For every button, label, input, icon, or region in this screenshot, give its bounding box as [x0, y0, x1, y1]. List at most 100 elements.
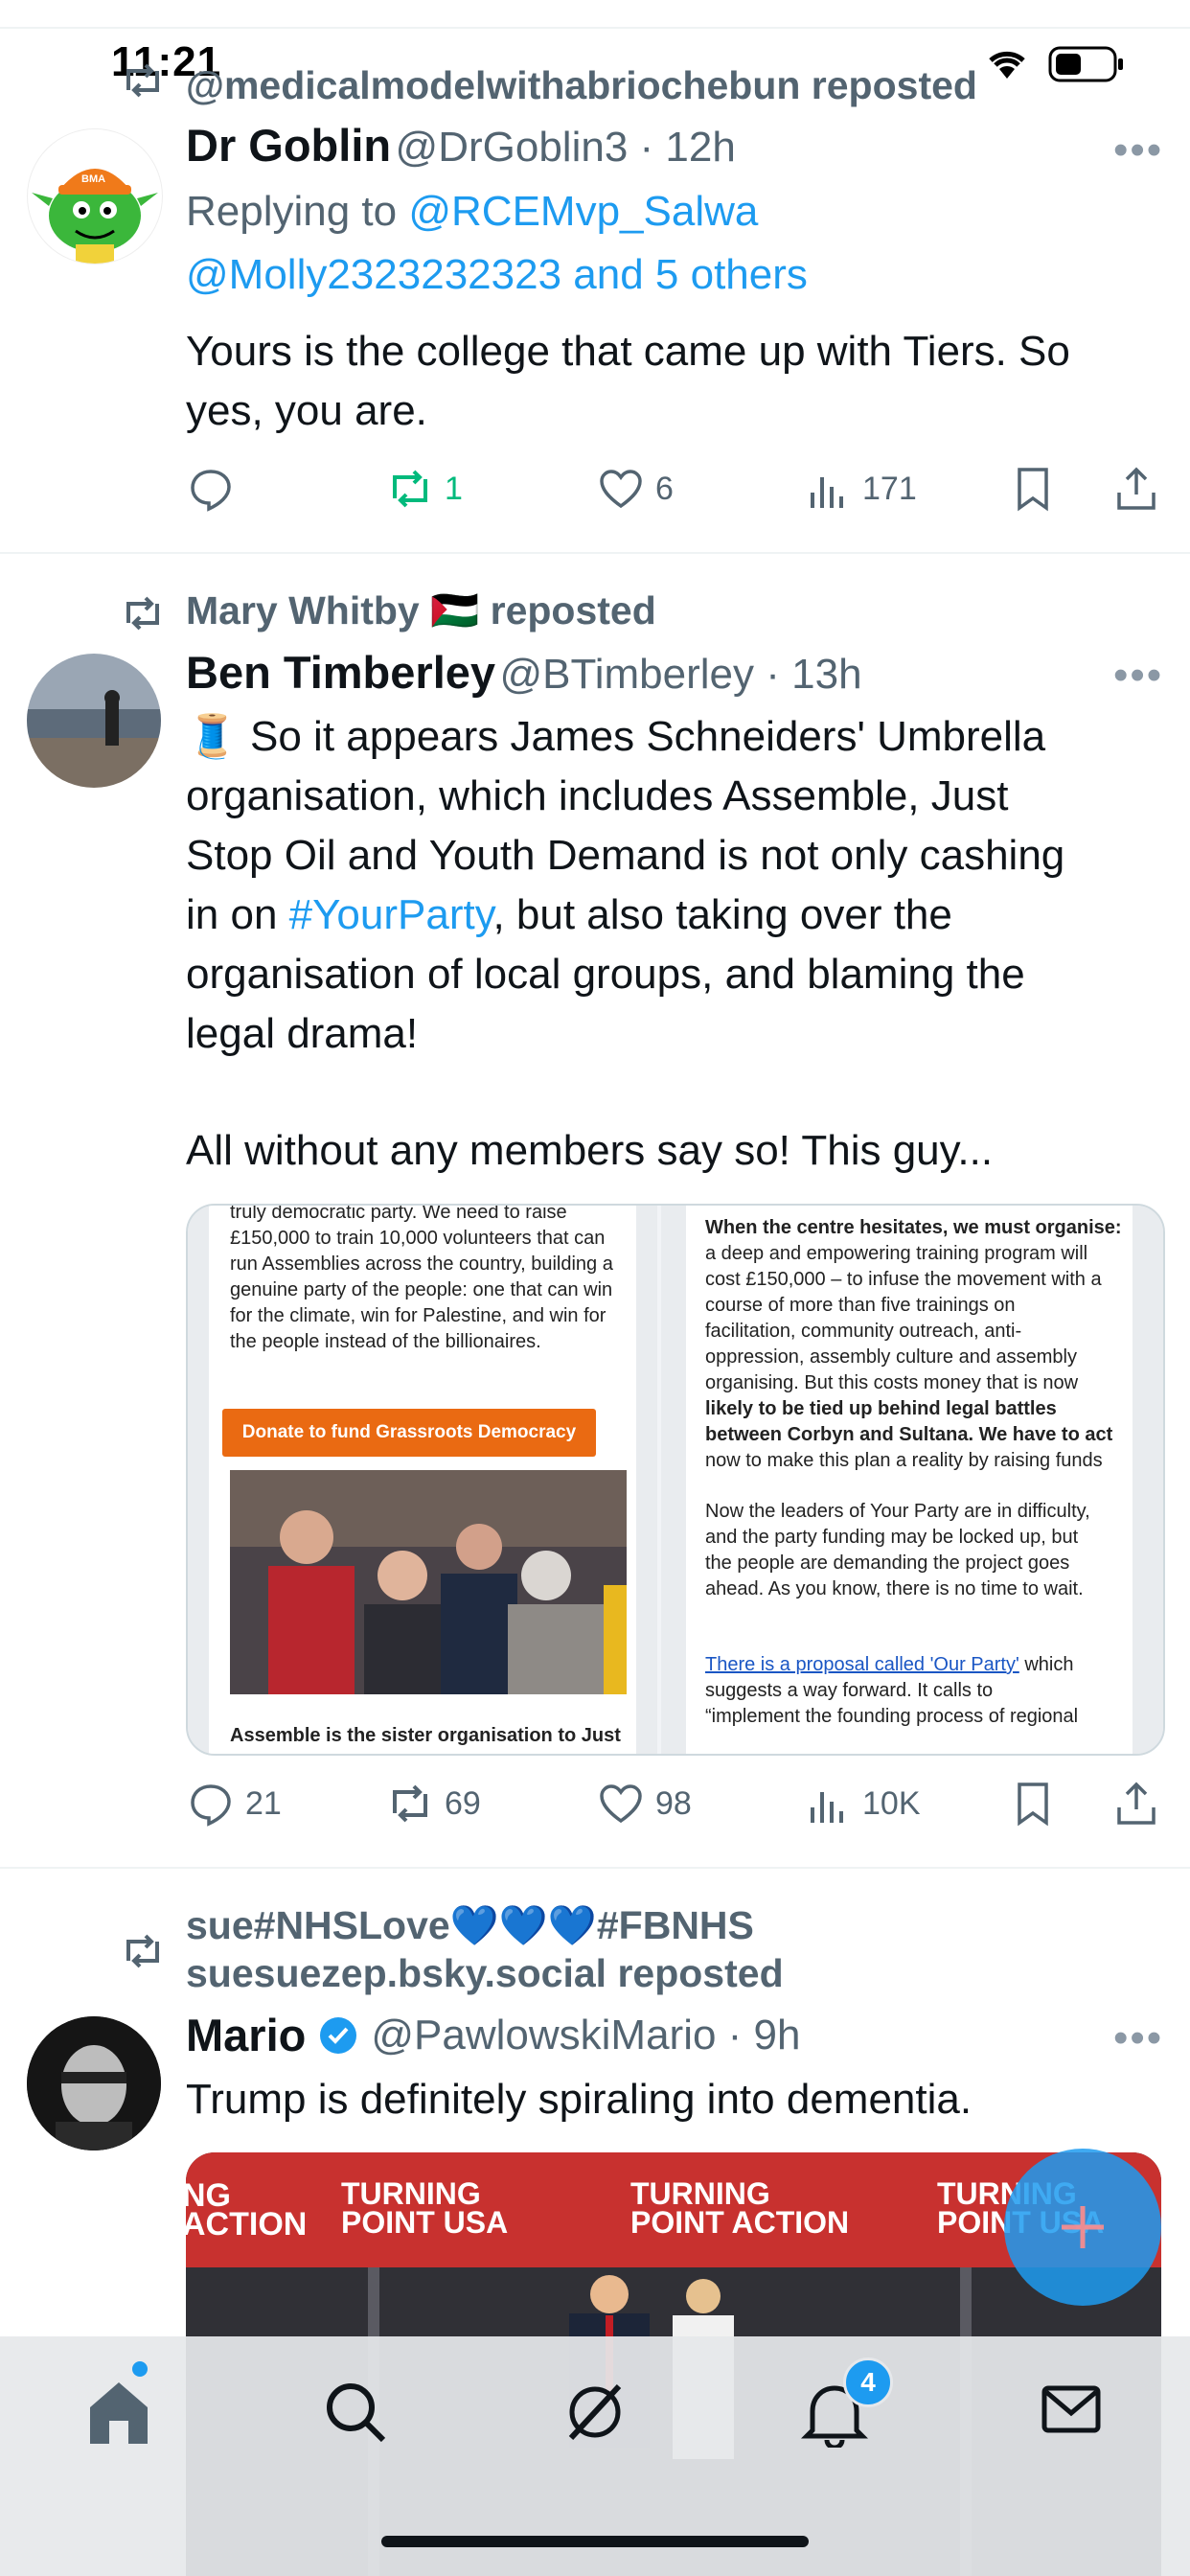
doc-text-segment: which [1018, 1654, 1074, 1675]
tweet-text-line: Yours is the college that came up with T… [186, 328, 1070, 375]
display-name[interactable]: Ben Timberley [186, 647, 495, 698]
reply-button[interactable]: 21 [188, 1781, 282, 1827]
event-photo [230, 1470, 627, 1694]
repost-icon [121, 594, 165, 637]
tab-notifications[interactable]: 4 [800, 2358, 893, 2452]
home-indicator [381, 2536, 809, 2547]
repost-attribution[interactable]: @medicalmodelwithabriochebun reposted [186, 63, 977, 108]
doc-line: truly democratic party. We need to raise [230, 1204, 567, 1223]
repost-attribution[interactable]: Mary Whitby 🇵🇸 reposted [186, 588, 656, 634]
document-text: When the centre hesitates, we must organ… [705, 1215, 1127, 1730]
doc-line: facilitation, community outreach, anti- [705, 1321, 1022, 1342]
tweet-header: Mario @PawlowskiMario · 9h [186, 2009, 800, 2061]
verified-badge-icon [320, 2016, 357, 2054]
repost-attribution-line[interactable]: sue#NHSLove💙💙💙#FBNHS [186, 1903, 754, 1949]
tab-home[interactable] [84, 2361, 153, 2452]
views-icon [811, 477, 843, 508]
tab-grok[interactable] [561, 2379, 629, 2450]
reply-context: Replying to @RCEMvp_Salwa [186, 182, 758, 242]
bookmark-button[interactable] [1010, 466, 1056, 512]
plus-icon [1062, 2206, 1104, 2248]
view-count: 10K [862, 1784, 921, 1822]
reposter-name: Mary Whitby [186, 588, 420, 632]
tweet-text-line: organisation of local groups, and blamin… [186, 951, 1025, 998]
document-page: When the centre hesitates, we must organ… [686, 1206, 1133, 1754]
reply-prefix: Replying to [186, 188, 409, 235]
tweet-text-line: Trump is definitely spiraling into demen… [186, 2076, 973, 2123]
tweet-text-line: Stop Oil and Youth Demand is not only ca… [186, 832, 1065, 879]
svg-text:BMA: BMA [81, 173, 105, 185]
home-icon [90, 2382, 148, 2444]
like-count: 6 [655, 470, 674, 507]
doc-line: suggests a way forward. It calls to [705, 1680, 994, 1701]
like-button[interactable]: 6 [598, 466, 674, 512]
hashtag-link[interactable]: #YourParty [289, 891, 493, 938]
repost-attribution-line[interactable]: suesuezep.bsky.social reposted [186, 1951, 784, 1996]
search-icon [327, 2383, 386, 2443]
doc-line: genuine party of the people: one that ca… [230, 1279, 613, 1300]
views-button[interactable]: 10K [805, 1781, 921, 1827]
like-button[interactable]: 98 [598, 1781, 692, 1827]
more-icon[interactable]: ••• [1113, 652, 1163, 700]
doc-line: for the climate, win for Palestine, and … [230, 1305, 606, 1326]
avatar[interactable] [27, 2016, 161, 2150]
share-icon [1117, 467, 1156, 510]
reposted-label: reposted [490, 588, 656, 632]
banner-line: ACTION [186, 2206, 308, 2242]
banner-text: TURNING POINT USA [341, 2176, 509, 2240]
reply-user-link[interactable]: @RCEMvp_Salwa [408, 188, 758, 235]
doc-line: cost £150,000 – to infuse the movement w… [705, 1269, 1102, 1290]
share-button[interactable] [1113, 1781, 1159, 1827]
tab-search[interactable] [322, 2379, 389, 2450]
media-right-panel: When the centre hesitates, we must organ… [661, 1206, 1163, 1754]
doc-line: organising. But this costs money that is… [705, 1372, 1079, 1393]
bookmark-button[interactable] [1010, 1781, 1056, 1827]
banner-line: POINT USA [341, 2205, 509, 2240]
tab-messages[interactable] [1041, 2382, 1102, 2441]
repost-icon [121, 1932, 165, 1975]
donate-button: Donate to fund Grassroots Democracy [222, 1409, 596, 1457]
reply-count: 21 [245, 1784, 282, 1822]
reply-button[interactable] [188, 466, 234, 512]
more-icon[interactable]: ••• [1113, 2014, 1163, 2062]
reply-others-link[interactable]: @Molly2323232323 and 5 others [186, 245, 808, 305]
tweet-text-line: yes, you are. [186, 387, 427, 434]
avatar[interactable] [27, 654, 161, 788]
heart-icon [600, 1784, 642, 1824]
tweet-text-line: 🧵 So it appears James Schneiders' Umbrel… [186, 713, 1046, 760]
display-name[interactable]: Dr Goblin [186, 120, 391, 171]
repost-icon [393, 470, 427, 508]
doc-line: now to make this plan a reality by raisi… [705, 1450, 1103, 1471]
repost-button[interactable]: 69 [387, 1781, 481, 1827]
avatar[interactable]: BMA [27, 128, 163, 264]
tweet-media[interactable]: truly democratic party. We need to raise… [186, 1204, 1165, 1756]
media-left-panel: truly democratic party. We need to raise… [188, 1206, 657, 1754]
display-name[interactable]: Mario [186, 2009, 306, 2061]
repost-icon [393, 1784, 427, 1823]
share-button[interactable] [1113, 466, 1159, 512]
handle-time: @DrGoblin3 · 12h [395, 124, 736, 171]
like-count: 98 [655, 1784, 692, 1822]
compose-button[interactable] [1004, 2149, 1161, 2306]
doc-link: There is a proposal called 'Our Party' [705, 1654, 1019, 1675]
flag-emoji: 🇵🇸 [430, 588, 480, 632]
views-button[interactable]: 171 [805, 466, 917, 512]
doc-line: Now the leaders of Your Party are in dif… [705, 1501, 1090, 1522]
notification-badge: 4 [843, 2358, 893, 2407]
repost-icon [121, 61, 165, 109]
repost-count: 69 [445, 1784, 481, 1822]
doc-line: £150,000 to train 10,000 volunteers that… [230, 1228, 606, 1249]
tweet-text-line: organisation, which includes Assemble, J… [186, 772, 1009, 819]
doc-line: course of more than five trainings on [705, 1295, 1016, 1316]
grok-icon [568, 2383, 622, 2441]
doc-line: Assemble is the sister organisation to J… [230, 1725, 621, 1746]
mail-icon [1041, 2385, 1101, 2433]
more-icon[interactable]: ••• [1113, 126, 1163, 174]
doc-line: between Corbyn and Sultana. We have to a… [705, 1424, 1113, 1445]
banner-line: TURNING [341, 2176, 481, 2211]
document-text: truly democratic party. We need to raise… [230, 1204, 632, 1355]
repost-button[interactable]: 1 [387, 466, 463, 512]
doc-line: oppression, assembly culture and assembl… [705, 1346, 1077, 1368]
tweet-header: Ben Timberley @BTimberley · 13h [186, 646, 862, 699]
wifi-icon [985, 46, 1029, 85]
